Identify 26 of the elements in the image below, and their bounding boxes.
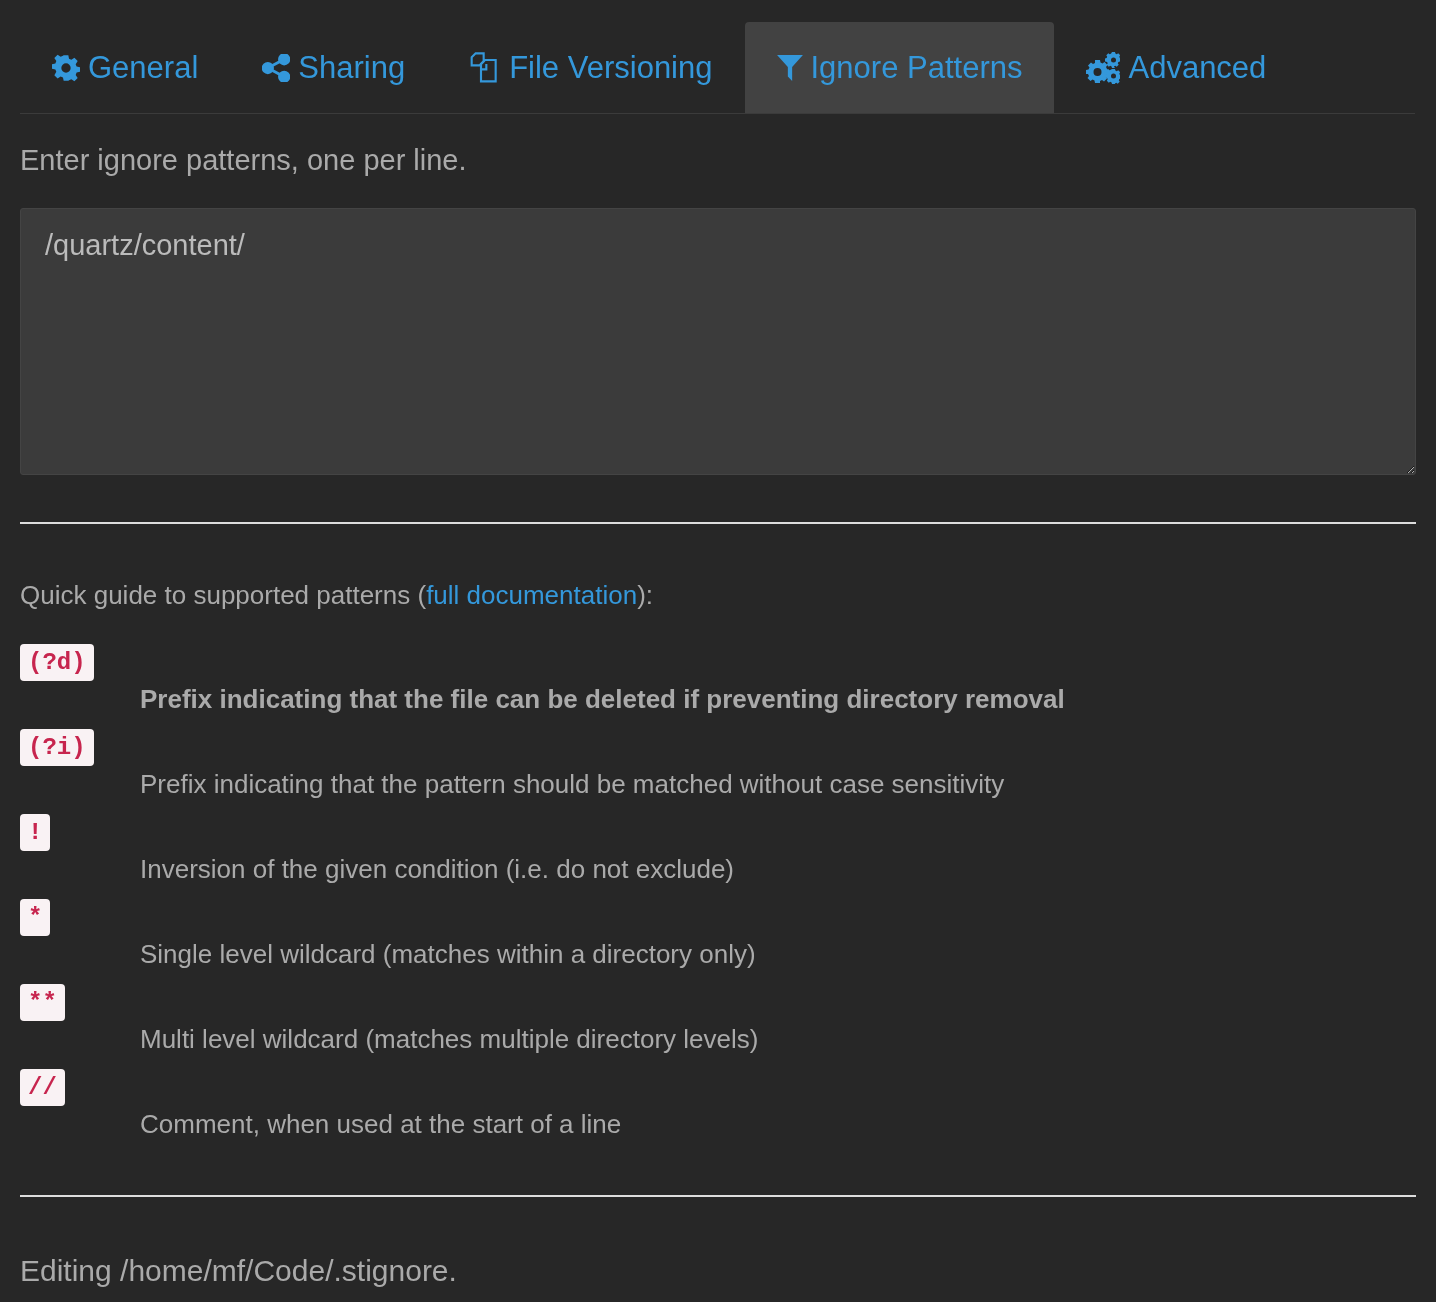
pattern-code: ! <box>20 814 51 851</box>
tab[interactable]: Sharing <box>230 22 438 113</box>
gear-icon <box>52 53 80 82</box>
instruction-text: Enter ignore patterns, one per line. <box>20 143 468 178</box>
pattern-code: // <box>20 1069 65 1106</box>
pattern-description: Prefix indicating that the file can be deleted if preventing directory removal <box>140 683 1066 716</box>
pattern-code: (?d) <box>20 644 94 681</box>
documentation-link[interactable]: full documentation <box>426 580 638 610</box>
guide-text: Quick guide to supported patterns (full documentation): <box>20 579 655 612</box>
tab[interactable]: File Versioning <box>437 22 745 113</box>
pattern-code: (?i) <box>20 729 94 766</box>
pattern-description: Inversion of the given condition (i.e. do not exclude) <box>140 853 736 886</box>
pattern-code: ** <box>20 984 65 1021</box>
editing-file-text: Editing /home/mf/Code/.stignore. <box>20 1253 458 1289</box>
pattern-description: Prefix indicating that the pattern should be matched without case sensitivity <box>140 768 1006 801</box>
pattern-code: * <box>20 899 51 936</box>
pattern-description: Comment, when used at the start of a line <box>140 1108 623 1141</box>
tab[interactable]: General <box>20 22 231 113</box>
tab[interactable]: Advanced <box>1054 22 1299 113</box>
filter-icon <box>776 53 803 82</box>
gears-icon <box>1086 51 1121 84</box>
share-icon <box>262 53 291 82</box>
pattern-description: Multi level wildcard (matches multiple directory levels) <box>140 1023 760 1056</box>
pattern-description: Single level wildcard (matches within a directory only) <box>140 938 757 971</box>
tab[interactable]: Ignore Patterns <box>744 22 1055 113</box>
patterns-input-field[interactable]: /quartz/content/ <box>20 208 1416 475</box>
